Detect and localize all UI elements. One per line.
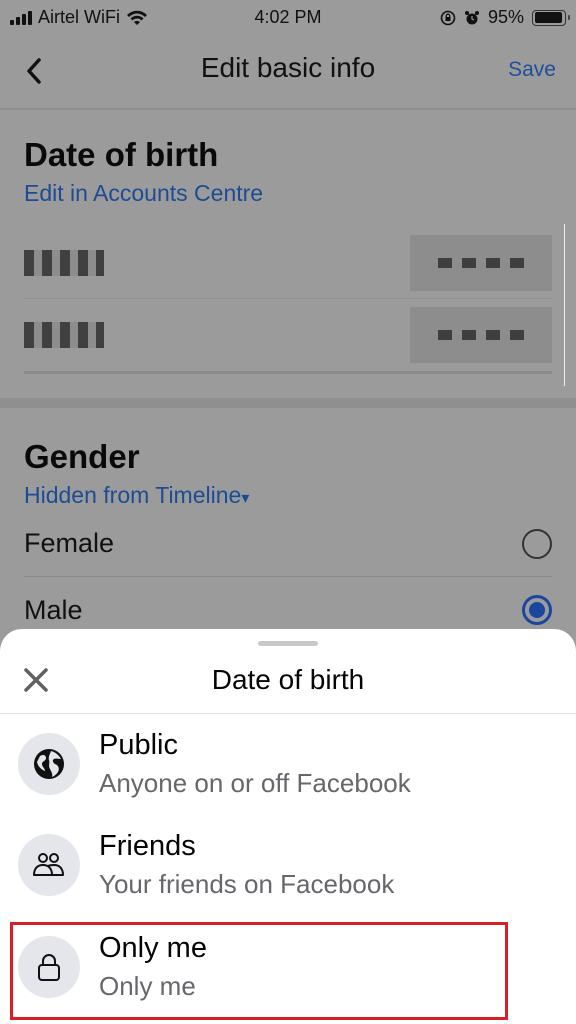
sheet-title: Date of birth: [211, 664, 365, 695]
orientation-lock-icon: [440, 10, 456, 25]
battery-icon: [532, 9, 570, 26]
redacted-label: [24, 322, 104, 348]
scrollbar[interactable]: [564, 224, 565, 386]
audience-option-friends[interactable]: Friends Your friends on Facebook: [0, 814, 576, 916]
option-label: Male: [24, 594, 83, 625]
option-label: Only me: [99, 932, 207, 964]
option-label: Female: [24, 528, 115, 558]
edit-in-accounts-centre-link[interactable]: Edit in Accounts Centre: [24, 180, 552, 207]
gender-option-female[interactable]: Female: [24, 511, 552, 577]
option-description: Anyone on or off Facebook: [99, 768, 411, 798]
radio-button-selected[interactable]: [522, 595, 552, 625]
option-label: Friends: [99, 830, 196, 862]
dob-row[interactable]: [24, 227, 552, 299]
option-description: Your friends on Facebook: [99, 869, 395, 899]
page-title: Edit basic info: [200, 52, 376, 83]
option-label: Public: [99, 729, 178, 761]
audience-option-public[interactable]: Public Anyone on or off Facebook: [0, 714, 576, 814]
lock-icon: [38, 954, 60, 981]
caret-down-icon: ▾: [241, 490, 250, 507]
section-title: Date of birth: [24, 136, 219, 173]
date-of-birth-section: Date of birth Edit in Accounts Centre: [0, 110, 576, 408]
option-description: Only me: [99, 971, 196, 1001]
dob-row[interactable]: [24, 299, 552, 371]
friends-icon: [33, 853, 64, 876]
sheet-header: Date of birth: [0, 646, 576, 714]
redacted-value[interactable]: [410, 307, 552, 363]
redacted-label: [24, 249, 104, 276]
redacted-value[interactable]: [410, 234, 552, 291]
audience-label: Hidden from Timeline: [24, 482, 242, 508]
globe-icon: [34, 749, 64, 779]
save-button[interactable]: Save: [508, 58, 556, 82]
gender-section: Gender Hidden from Timeline▾ Female Male: [0, 408, 576, 643]
radio-button[interactable]: [522, 528, 552, 559]
section-title: Gender: [24, 438, 140, 475]
alarm-icon: [464, 10, 479, 24]
audience-selector[interactable]: Hidden from Timeline▾: [24, 482, 552, 509]
audience-option-only-me[interactable]: Only me Only me: [0, 916, 576, 1018]
navigation-bar: Edit basic info Save: [0, 34, 576, 110]
status-bar: Airtel WiFi 4:02 PM 95%: [0, 0, 576, 34]
battery-percent: 95%: [487, 7, 524, 27]
audience-bottom-sheet: Date of birth Public Anyone on or off Fa…: [0, 629, 576, 1024]
